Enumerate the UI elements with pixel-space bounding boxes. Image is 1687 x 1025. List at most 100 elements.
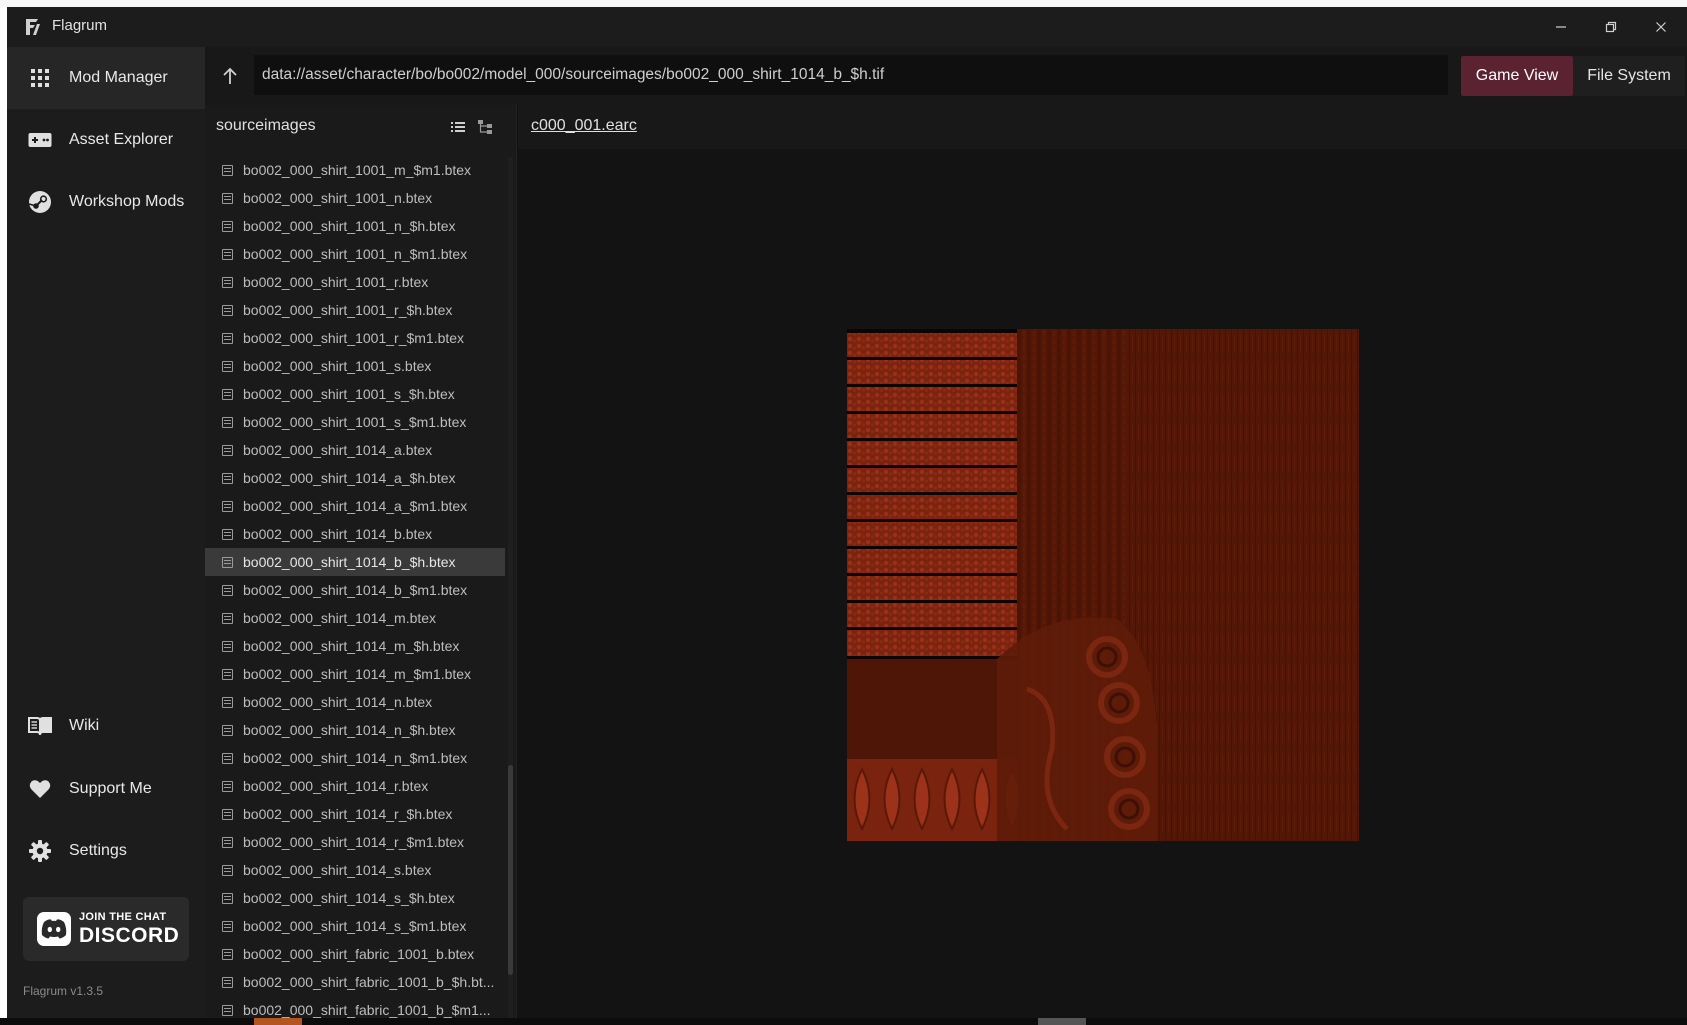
file-icon (222, 500, 233, 512)
heart-icon (27, 776, 53, 802)
file-list-item[interactable]: bo002_000_shirt_1014_b_$m1.btex (205, 576, 505, 604)
discord-banner-text: JOIN THE CHAT DISCORD (79, 911, 179, 947)
sidebar-item-support-me[interactable]: Support Me (7, 758, 205, 820)
file-icon (222, 752, 233, 764)
file-name: bo002_000_shirt_1014_b.btex (243, 526, 433, 542)
file-list-item[interactable]: bo002_000_shirt_1014_r_$h.btex (205, 800, 505, 828)
file-list-item[interactable]: bo002_000_shirt_1014_n_$h.btex (205, 716, 505, 744)
close-button[interactable] (1648, 15, 1674, 39)
app-window: Flagrum Mod Manager Asset Explorer Works… (7, 7, 1687, 1025)
sidebar-item-label: Support Me (69, 780, 152, 797)
file-list-item[interactable]: bo002_000_shirt_1001_n.btex (205, 184, 505, 212)
scrollbar-thumb[interactable] (508, 765, 513, 975)
file-list-item[interactable]: bo002_000_shirt_fabric_1001_b_$h.bt... (205, 968, 505, 996)
navigate-up-button[interactable] (215, 61, 245, 91)
flagrum-logo-icon (26, 19, 40, 35)
file-list-item[interactable]: bo002_000_shirt_1014_s_$m1.btex (205, 912, 505, 940)
preview-area (518, 149, 1687, 1025)
file-icon (222, 528, 233, 540)
file-list-item[interactable]: bo002_000_shirt_1001_r.btex (205, 268, 505, 296)
file-icon (222, 444, 233, 456)
file-name: bo002_000_shirt_1014_m_$m1.btex (243, 666, 472, 682)
version-label: Flagrum v1.3.5 (23, 984, 104, 998)
file-icon (222, 276, 233, 288)
file-list: bo002_000_shirt_1001_m_$m1.btex bo002_000… (205, 156, 505, 1025)
file-list-item[interactable]: bo002_000_shirt_1014_m.btex (205, 604, 505, 632)
file-icon (222, 864, 233, 876)
file-icon (222, 976, 233, 988)
file-list-item[interactable]: bo002_000_shirt_1014_s.btex (205, 856, 505, 884)
sidebar-item-label: Workshop Mods (69, 193, 185, 210)
file-icon (222, 388, 233, 400)
file-name: bo002_000_shirt_1014_n.btex (243, 694, 433, 710)
file-name: bo002_000_shirt_1014_r.btex (243, 778, 429, 794)
file-name: bo002_000_shirt_1001_r_$m1.btex (243, 330, 465, 346)
file-list-item[interactable]: bo002_000_shirt_1001_r_$m1.btex (205, 324, 505, 352)
sidebar-item-workshop-mods[interactable]: Workshop Mods (7, 171, 205, 233)
file-list-item[interactable]: bo002_000_shirt_1014_a_$m1.btex (205, 492, 505, 520)
restore-icon (1605, 21, 1617, 33)
file-name: bo002_000_shirt_1014_r_$m1.btex (243, 834, 465, 850)
file-list-item[interactable]: bo002_000_shirt_1014_m_$m1.btex (205, 660, 505, 688)
file-list-item[interactable]: bo002_000_shirt_1014_n_$m1.btex (205, 744, 505, 772)
file-list-item[interactable]: bo002_000_shirt_1014_r_$m1.btex (205, 828, 505, 856)
file-list-item[interactable]: bo002_000_shirt_1001_s_$m1.btex (205, 408, 505, 436)
file-icon (222, 556, 233, 568)
file-list-item[interactable]: bo002_000_shirt_1014_b.btex (205, 520, 505, 548)
file-icon (222, 360, 233, 372)
file-icon (222, 920, 233, 932)
texture-preview (847, 329, 1359, 841)
file-list-item[interactable]: bo002_000_shirt_1001_r_$h.btex (205, 296, 505, 324)
file-icon (222, 164, 233, 176)
file-name: bo002_000_shirt_1014_r_$h.btex (243, 806, 453, 822)
discord-join-label: JOIN THE CHAT (79, 911, 167, 923)
file-list-item[interactable]: bo002_000_shirt_1001_n_$m1.btex (205, 240, 505, 268)
folder-title: sourceimages (216, 117, 316, 134)
file-name: bo002_000_shirt_1001_n_$m1.btex (243, 246, 468, 262)
file-name: bo002_000_shirt_1001_s.btex (243, 358, 432, 374)
file-list-item[interactable]: bo002_000_shirt_1014_s_$h.btex (205, 884, 505, 912)
tree-view-icon[interactable] (477, 119, 493, 135)
archive-tab-link[interactable]: c000_001.earc (531, 117, 637, 135)
file-list-item[interactable]: bo002_000_shirt_fabric_1001_b.btex (205, 940, 505, 968)
file-list-item[interactable]: bo002_000_shirt_1001_m_$m1.btex (205, 156, 505, 184)
file-icon (222, 696, 233, 708)
file-name: bo002_000_shirt_1001_m_$m1.btex (243, 162, 472, 178)
file-list-item[interactable]: bo002_000_shirt_1001_s.btex (205, 352, 505, 380)
close-icon (1656, 22, 1666, 32)
file-icon (222, 416, 233, 428)
file-name: bo002_000_shirt_1001_s_$h.btex (243, 386, 455, 402)
game-view-button[interactable]: Game View (1461, 56, 1573, 96)
file-list-item[interactable]: bo002_000_shirt_1014_b_$h.btex (205, 548, 505, 576)
sidebar-item-settings[interactable]: Settings (7, 820, 205, 882)
file-list-item[interactable]: bo002_000_shirt_1014_r.btex (205, 772, 505, 800)
sidebar-item-label: Mod Manager (69, 69, 168, 86)
list-view-icon[interactable] (450, 119, 466, 135)
file-icon (222, 808, 233, 820)
file-name: bo002_000_shirt_fabric_1001_b.btex (243, 946, 475, 962)
file-name: bo002_000_shirt_1014_n_$h.btex (243, 722, 456, 738)
file-name: bo002_000_shirt_1014_s_$h.btex (243, 890, 455, 906)
file-name: bo002_000_shirt_fabric_1001_b_$m1... (243, 1002, 491, 1018)
file-list-item[interactable]: bo002_000_shirt_1014_a_$h.btex (205, 464, 505, 492)
discord-join-banner[interactable]: JOIN THE CHAT DISCORD (23, 897, 189, 961)
file-icon (222, 332, 233, 344)
sidebar-item-label: Settings (69, 842, 127, 859)
file-list-item[interactable]: bo002_000_shirt_1001_s_$h.btex (205, 380, 505, 408)
path-input[interactable] (254, 55, 1448, 95)
file-list-item[interactable]: bo002_000_shirt_1014_n.btex (205, 688, 505, 716)
sidebar-item-asset-explorer[interactable]: Asset Explorer (7, 109, 205, 171)
app-title: Flagrum (52, 17, 108, 34)
file-list-item[interactable]: bo002_000_shirt_1001_n_$h.btex (205, 212, 505, 240)
file-list-item[interactable]: bo002_000_shirt_1014_m_$h.btex (205, 632, 505, 660)
sidebar-item-wiki[interactable]: Wiki (7, 695, 205, 757)
minimize-button[interactable] (1548, 15, 1574, 39)
file-list-item[interactable]: bo002_000_shirt_1014_a.btex (205, 436, 505, 464)
file-name: bo002_000_shirt_1001_n_$h.btex (243, 218, 456, 234)
sidebar-item-mod-manager[interactable]: Mod Manager (7, 47, 205, 109)
file-list-scrollbar[interactable] (508, 157, 513, 1025)
restore-button[interactable] (1598, 15, 1624, 39)
file-name: bo002_000_shirt_1001_s_$m1.btex (243, 414, 467, 430)
file-name: bo002_000_shirt_fabric_1001_b_$h.bt... (243, 974, 495, 990)
file-system-button[interactable]: File System (1573, 56, 1685, 96)
